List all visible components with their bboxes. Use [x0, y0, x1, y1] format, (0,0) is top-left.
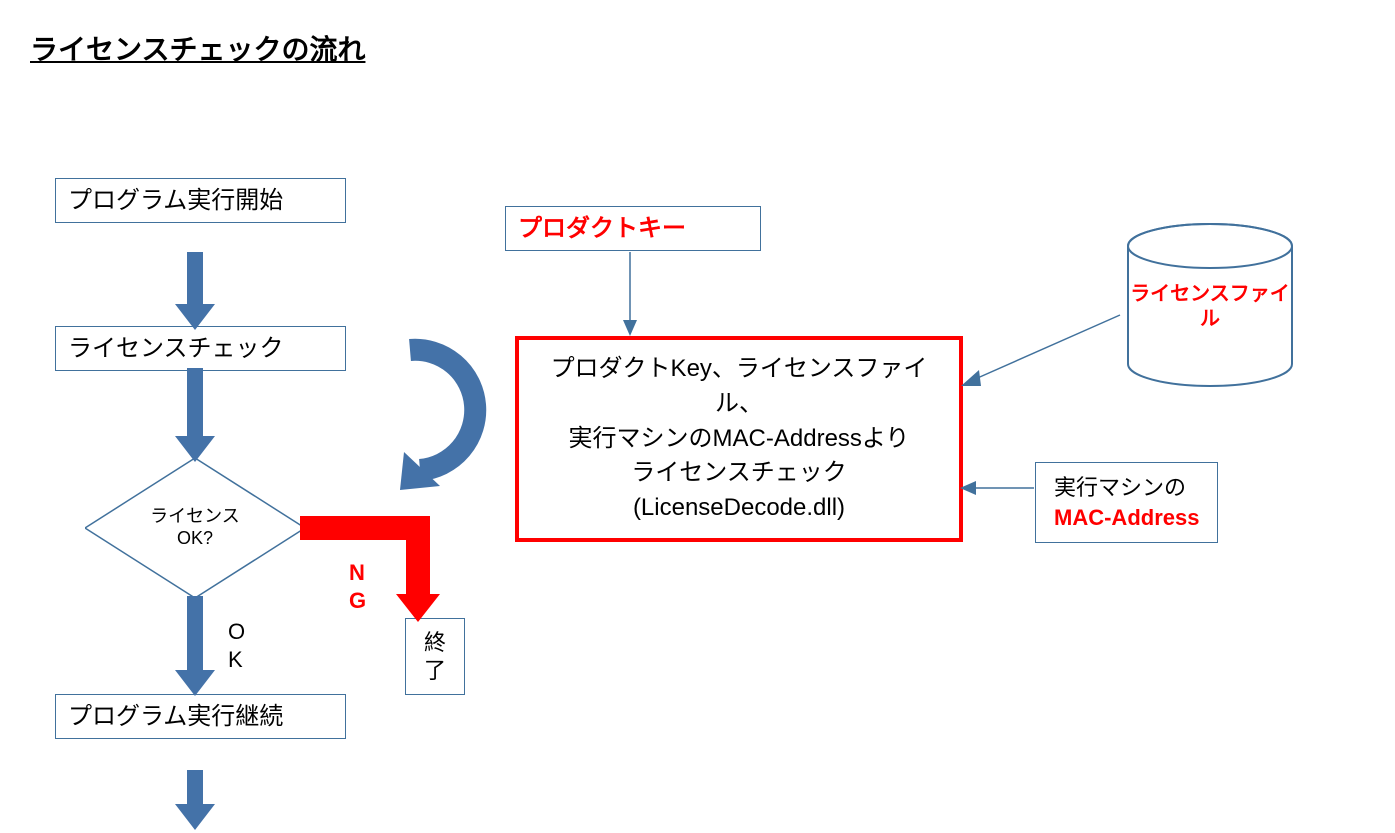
arrow-productkey-to-core [615, 252, 645, 336]
mac-line1: 実行マシンの [1054, 473, 1199, 503]
mac-line2: MAC-Address [1054, 503, 1199, 533]
core-process-box: プロダクトKey、ライセンスファイル、 実行マシンのMAC-Addressより … [515, 336, 963, 542]
flow-terminate-box: 終了 [405, 618, 465, 695]
page-title: ライセンスチェックの流れ [30, 28, 365, 68]
arrow-curved-to-core [380, 330, 510, 480]
mac-address-box: 実行マシンの MAC-Address [1035, 462, 1218, 543]
flow-start-box: プログラム実行開始 [55, 178, 346, 223]
core-line2: 実行マシンのMAC-Addressより [539, 422, 939, 457]
core-line1: プロダクトKey、ライセンスファイル、 [539, 352, 939, 422]
flow-decision-text: ライセンス OK? [85, 458, 305, 598]
arrow-decision-to-continue [175, 596, 215, 696]
flow-ok-label: OK [228, 618, 252, 673]
flow-decision-diamond: ライセンス OK? [85, 458, 305, 598]
flow-continue-box: プログラム実行継続 [55, 694, 346, 739]
arrow-licensefile-to-core [955, 310, 1125, 390]
flow-check-box: ライセンスチェック [55, 326, 346, 371]
license-file-label: ライセンスファイル [1130, 282, 1290, 332]
arrow-continue-down [175, 770, 215, 830]
arrow-start-to-check [175, 252, 215, 330]
core-line3: ライセンスチェック [539, 456, 939, 491]
product-key-box: プロダクトキー [505, 206, 761, 251]
arrow-mac-to-core [960, 478, 1036, 498]
arrow-decision-to-terminate [300, 516, 450, 626]
core-line4: (LicenseDecode.dll) [539, 491, 939, 526]
arrow-check-to-decision [175, 368, 215, 462]
license-file-cylinder: ライセンスファイル [1120, 222, 1300, 397]
